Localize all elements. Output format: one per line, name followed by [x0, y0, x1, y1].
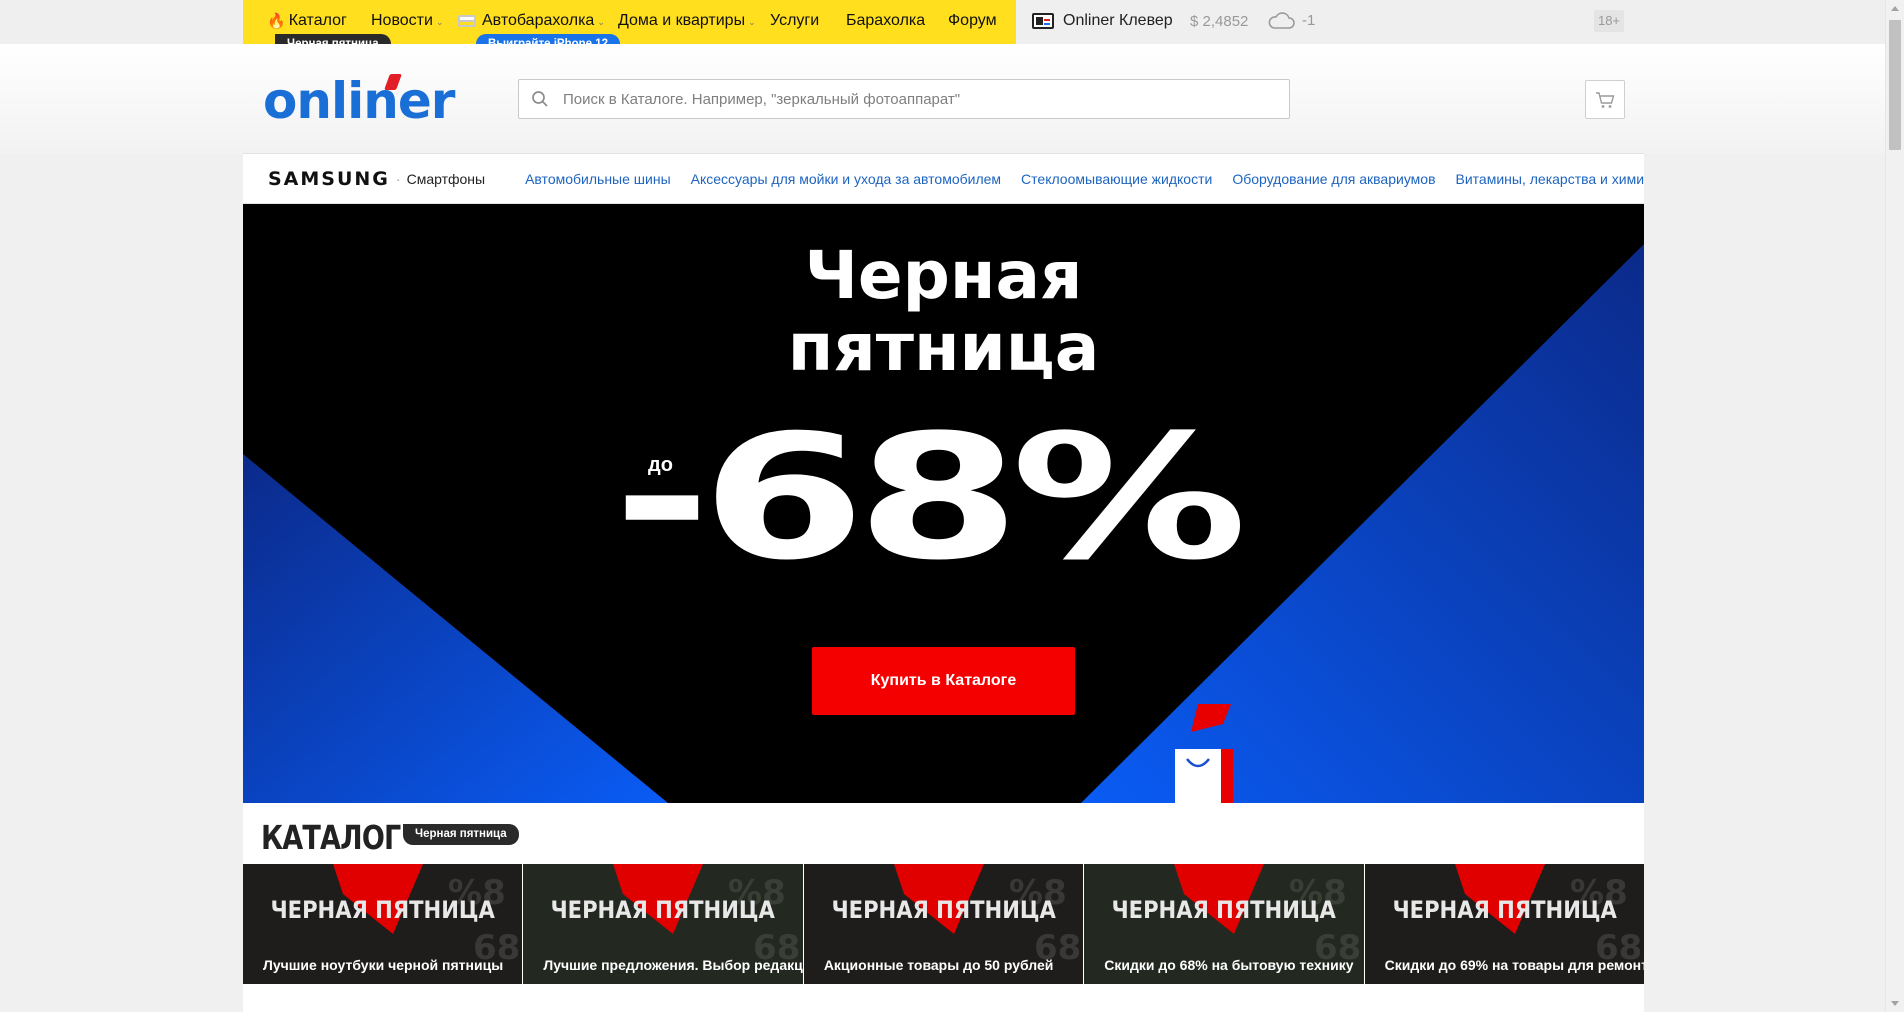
tile-label: Лучшие предложения. Выбор редакции: [543, 957, 803, 973]
chevron-down-icon: ⌄: [748, 16, 756, 27]
tile-heading: ЧЕРНАЯ ПЯТНИЦА: [1392, 896, 1617, 924]
top-navigation: 🔥 Каталог Новости ⌄ Автобарахолка ⌄ Дома…: [0, 0, 1885, 55]
nav-item-forum[interactable]: Форум: [948, 12, 997, 30]
tile-heading: ЧЕРНАЯ ПЯТНИЦА: [550, 896, 776, 924]
cart-button[interactable]: [1585, 80, 1625, 119]
search-input[interactable]: [563, 90, 1263, 108]
chevron-down-icon: ⌄: [597, 16, 605, 27]
tile-heading: ЧЕРНАЯ ПЯТНИЦА: [270, 896, 495, 924]
clever-label: Onliner Клевер: [1063, 12, 1173, 29]
promo-tile[interactable]: %8 68 ЧЕРНАЯ ПЯТНИЦА Акционные товары до…: [803, 864, 1084, 984]
scroll-up-arrow-icon[interactable]: [1891, 6, 1899, 11]
page-scrollbar[interactable]: [1885, 0, 1904, 1012]
nav-item-label: Новости: [371, 12, 433, 29]
brand-category-link[interactable]: Смартфоны: [407, 171, 486, 187]
search-icon: [532, 91, 548, 107]
tile-label: Скидки до 69% на товары для ремонта: [1384, 957, 1645, 973]
quick-link[interactable]: Стеклоомывающие жидкости: [1021, 171, 1212, 187]
nav-item-label: Каталог: [288, 12, 347, 29]
catalog-search[interactable]: [518, 79, 1290, 119]
catalog-section-title: КАТАЛОГ: [261, 818, 401, 857]
samsung-brand-link[interactable]: SAMSUNG: [268, 168, 390, 190]
nav-item-services[interactable]: Услуги: [770, 12, 819, 30]
promo-tile[interactable]: %8 68 ЧЕРНАЯ ПЯТНИЦА Скидки до 68% на бы…: [1084, 864, 1364, 984]
separator-dot: ·: [395, 170, 401, 187]
tile-label: Лучшие ноутбуки черной пятницы: [263, 957, 504, 973]
main-content: SAMSUNG · Смартфоны Автомобильные шины А…: [243, 153, 1645, 1012]
quick-link[interactable]: Автомобильные шины: [525, 171, 671, 187]
quick-link[interactable]: Аксессуары для мойки и ухода за автомоби…: [691, 171, 1001, 187]
banner-discount: -68%: [613, 397, 1248, 599]
black-friday-banner[interactable]: Черная пятница до -68% Купить в Каталоге: [243, 204, 1644, 803]
nav-item-news[interactable]: Новости ⌄: [371, 12, 443, 30]
catalog-section-badge[interactable]: Черная пятница: [403, 824, 519, 845]
promo-tile[interactable]: %8 68 ЧЕРНАЯ ПЯТНИЦА Лучшие предложения.…: [523, 864, 803, 984]
weather-temperature: -1: [1302, 11, 1316, 29]
clever-card-icon: [1032, 13, 1054, 29]
tile-label: Акционные товары до 50 рублей: [823, 957, 1054, 973]
promo-tile[interactable]: %8 68 ЧЕРНАЯ ПЯТНИЦА Скидки до 69% на то…: [1364, 864, 1645, 984]
fire-icon: 🔥: [267, 13, 286, 30]
promo-tile[interactable]: %8 68 ЧЕРНАЯ ПЯТНИЦА Лучшие ноутбуки чер…: [243, 864, 523, 984]
banner-title-line1: Черная: [804, 237, 1083, 314]
quick-links-bar: SAMSUNG · Смартфоны Автомобильные шины А…: [243, 153, 1644, 204]
catalog-promo-tiles: %8 68 ЧЕРНАЯ ПЯТНИЦА Лучшие ноутбуки чер…: [243, 864, 1645, 984]
tile-heading: ЧЕРНАЯ ПЯТНИЦА: [1111, 896, 1337, 924]
scroll-down-arrow-icon[interactable]: [1891, 1001, 1899, 1006]
banner-title-line2: пятница: [787, 309, 1100, 386]
nav-item-label: Барахолка: [846, 12, 926, 29]
scrollbar-thumb[interactable]: [1889, 20, 1901, 150]
buy-in-catalog-button[interactable]: Купить в Каталоге: [812, 647, 1075, 715]
currency-rate[interactable]: $ 2,4852: [1190, 13, 1248, 30]
nav-item-label: Дома и квартиры: [618, 12, 746, 29]
nav-item-auto[interactable]: Автобарахолка ⌄: [458, 12, 605, 30]
nav-item-label: Автобарахолка: [482, 12, 595, 29]
nav-item-catalog[interactable]: 🔥 Каталог: [267, 12, 347, 30]
weather-widget[interactable]: -1: [1266, 9, 1315, 31]
cart-icon: [1596, 91, 1615, 108]
cloud-icon: [1268, 12, 1295, 29]
nav-item-label: Форум: [948, 12, 997, 29]
nav-item-baraholka[interactable]: Барахолка: [846, 12, 925, 30]
chevron-down-icon: ⌄: [435, 16, 444, 27]
clever-link[interactable]: Onliner Клевер: [1032, 12, 1173, 30]
onliner-logo[interactable]: onliner: [263, 72, 455, 130]
nav-item-realty[interactable]: Дома и квартиры ⌄: [618, 12, 756, 30]
tile-label: Скидки до 68% на бытовую технику: [1104, 957, 1354, 973]
tile-heading: ЧЕРНАЯ ПЯТНИЦА: [831, 896, 1056, 924]
logo-text: onliner: [263, 72, 455, 130]
nav-item-label: Услуги: [770, 12, 820, 29]
quick-link[interactable]: Витамины, лекарства и химия для: [1456, 171, 1644, 187]
age-rating-badge: 18+: [1594, 10, 1624, 32]
quick-link[interactable]: Оборудование для аквариумов: [1232, 171, 1435, 187]
car-flag-icon: [458, 15, 476, 27]
